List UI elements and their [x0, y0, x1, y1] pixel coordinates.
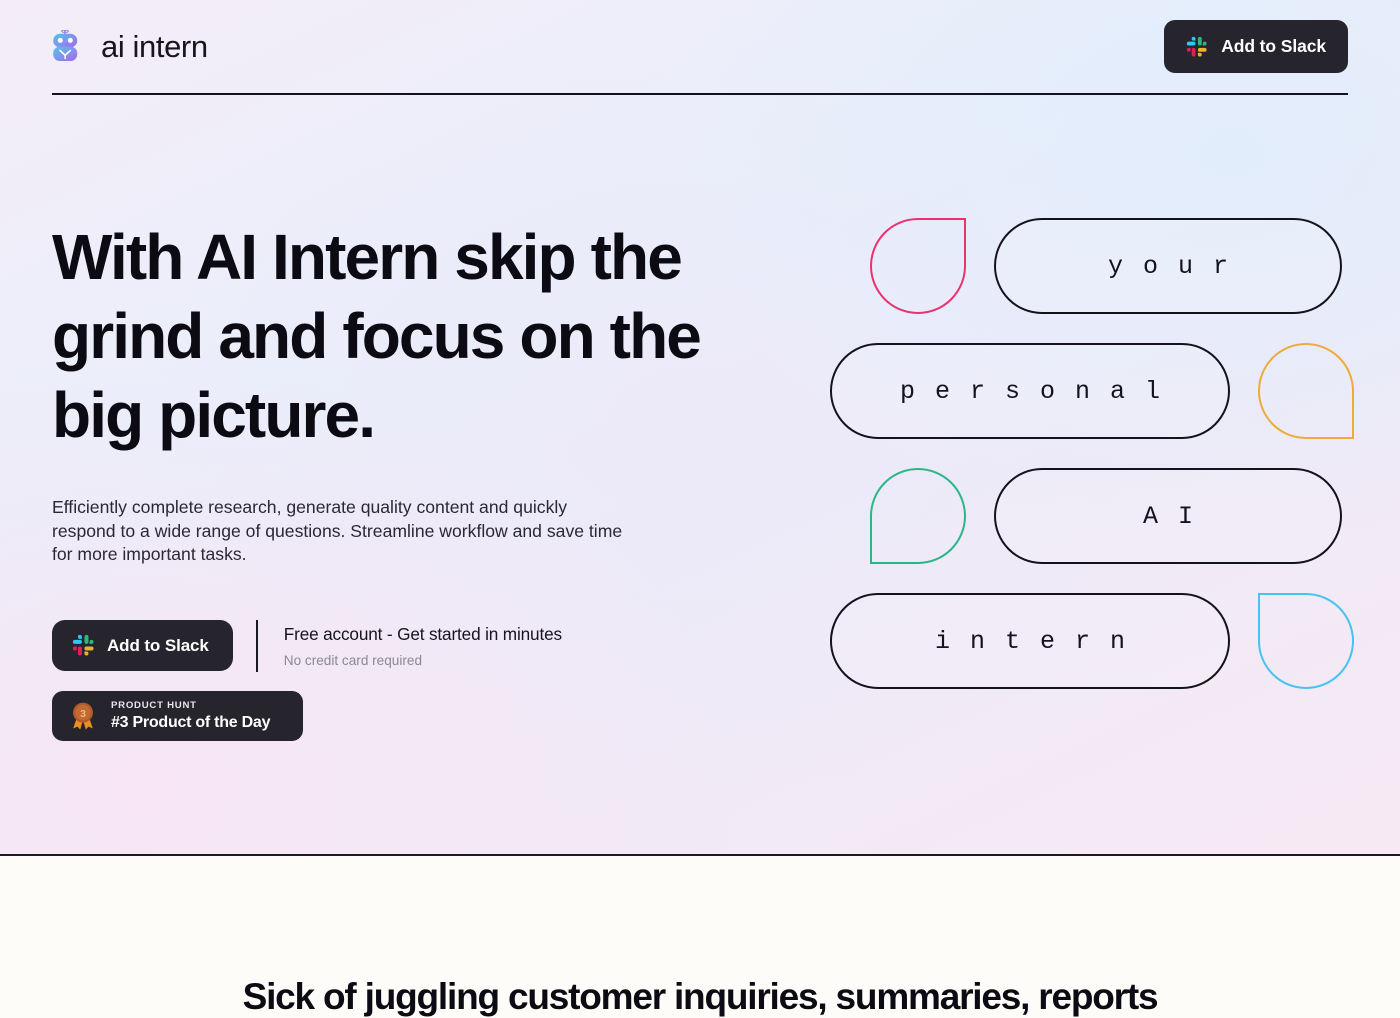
header-add-to-slack-label: Add to Slack: [1221, 36, 1326, 56]
page-title: With AI Intern skip the grind and focus …: [52, 221, 702, 451]
robot-head-icon: [53, 29, 78, 61]
teardrop-shape-pink-icon: [870, 218, 966, 314]
svg-text:3: 3: [80, 708, 86, 720]
word-pill-intern: intern: [830, 593, 1230, 689]
hero-add-to-slack-button[interactable]: Add to Slack: [52, 620, 233, 671]
word-pill-personal: personal: [830, 343, 1230, 439]
medal-icon: 3: [73, 702, 93, 730]
features-section: Sick of juggling customer inquiries, sum…: [0, 858, 1400, 1017]
word-pill-your: your: [994, 218, 1342, 314]
hero-subcopy: Efficiently complete research, generate …: [52, 497, 623, 564]
hero-cta-row: Add to Slack Free account - Get started …: [52, 619, 772, 672]
art-row: your: [870, 218, 1342, 314]
art-row: AI: [870, 468, 1342, 564]
hero-content: With AI Intern skip the grind and focus …: [52, 218, 772, 741]
features-section-title: Sick of juggling customer inquiries, sum…: [242, 976, 1159, 1017]
hero-add-to-slack-label: Add to Slack: [107, 635, 209, 655]
brand-name: ai intern: [101, 28, 208, 64]
slack-icon: [1187, 36, 1207, 57]
product-hunt-badge[interactable]: 3 PRODUCT HUNT #3 Product of the Day: [52, 690, 303, 741]
teardrop-shape-orange-icon: [1258, 343, 1354, 439]
teardrop-shape-green-icon: [870, 468, 966, 564]
product-hunt-title: #3 Product of the Day: [111, 713, 271, 731]
word-pill-ai: AI: [994, 468, 1342, 564]
art-row: personal: [830, 343, 1354, 439]
header-add-to-slack-button[interactable]: Add to Slack: [1164, 20, 1348, 73]
hero-section: ai intern Add to Slack With AI Intern sk…: [0, 0, 1400, 856]
cta-note-main: Free account - Get started in minutes: [283, 623, 562, 644]
cta-note: Free account - Get started in minutes No…: [284, 624, 562, 668]
site-header: ai intern Add to Slack: [0, 0, 1400, 97]
art-row: intern: [830, 593, 1354, 689]
cta-divider: [255, 619, 258, 672]
cta-note-sub: No credit card required: [283, 652, 423, 668]
brand-logo-link[interactable]: ai intern: [52, 29, 208, 65]
teardrop-shape-blue-icon: [1258, 593, 1354, 689]
product-hunt-kicker: PRODUCT HUNT: [111, 699, 197, 711]
hero-illustration: your personal AI intern: [830, 218, 1360, 723]
slack-icon: [72, 634, 94, 656]
